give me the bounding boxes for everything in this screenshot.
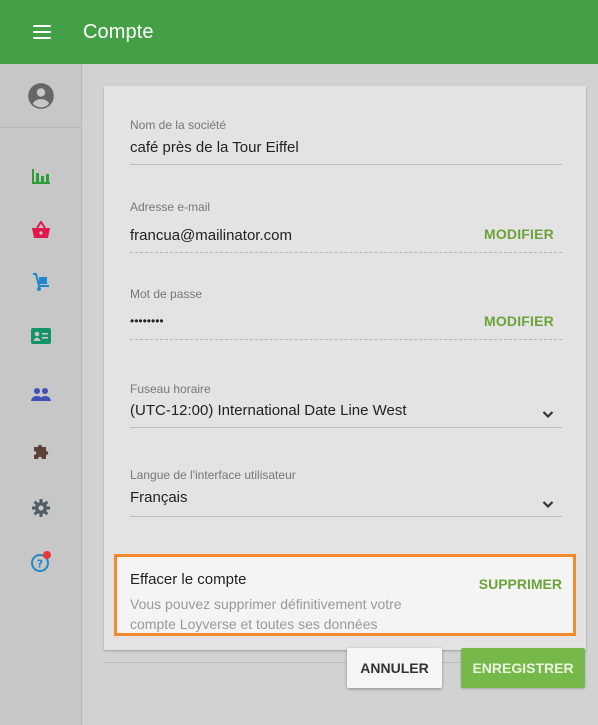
language-field[interactable]: Langue de l'interface utilisateur França… [130,468,562,517]
password-underline [130,339,562,340]
puzzle-icon [33,444,48,459]
id-card-icon [30,328,51,344]
page-title: Compte [83,20,154,43]
email-underline [130,252,562,253]
sidebar-item-inventory[interactable] [0,262,81,302]
language-underline [130,516,562,517]
delete-account-button[interactable]: SUPPRIMER [479,576,562,592]
account-circle-icon [27,82,54,109]
company-field: Nom de la société café près de la Tour E… [130,118,562,165]
company-label: Nom de la société [130,118,227,132]
language-select[interactable]: Français [130,489,562,506]
timezone-field[interactable]: Fuseau horaire (UTC-12:00) International… [130,382,562,428]
app-header: Compte [0,0,598,64]
sidebar-item-settings[interactable] [0,488,81,528]
sidebar-item-employees[interactable] [0,316,81,356]
delete-account-section: Effacer le compte Vous pouvez supprimer … [114,554,576,636]
sidebar-item-help[interactable]: ? [0,542,81,582]
account-card: Nom de la société café près de la Tour E… [104,86,586,650]
password-field: Mot de passe •••••••• MODIFIER [130,287,562,340]
company-underline [130,164,562,165]
timezone-underline [130,427,562,428]
save-button[interactable]: ENREGISTRER [461,648,585,688]
timezone-select[interactable]: (UTC-12:00) International Date Line West [130,402,562,419]
help-icon: ? [30,551,51,572]
people-icon [30,388,51,401]
language-label: Langue de l'interface utilisateur [130,468,296,482]
delete-account-description: Vous pouvez supprimer définitivement vot… [130,596,402,632]
sidebar-account[interactable] [0,64,81,128]
password-label: Mot de passe [130,287,203,301]
chevron-down-icon[interactable] [542,410,554,419]
sidebar: ? [0,64,82,725]
email-field: Adresse e-mail francua@mailinator.com MO… [130,200,562,253]
gear-icon [31,499,50,517]
sidebar-item-reports[interactable] [0,156,81,196]
company-name-input[interactable]: café près de la Tour Eiffel [130,139,562,156]
sidebar-item-customers[interactable] [0,374,81,414]
bar-chart-icon [31,169,50,184]
svg-text:?: ? [36,558,42,571]
dolly-icon [32,273,49,291]
email-label: Adresse e-mail [130,200,211,214]
password-modify-button[interactable]: MODIFIER [484,313,554,329]
cancel-button[interactable]: ANNULER [347,648,442,688]
delete-account-title: Effacer le compte [130,571,247,588]
sidebar-item-items[interactable] [0,210,81,250]
chevron-down-icon[interactable] [542,500,554,509]
sidebar-item-integrations[interactable] [0,432,81,472]
basket-icon [31,221,50,238]
timezone-label: Fuseau horaire [130,382,211,396]
email-modify-button[interactable]: MODIFIER [484,226,554,242]
menu-icon[interactable] [33,25,51,39]
